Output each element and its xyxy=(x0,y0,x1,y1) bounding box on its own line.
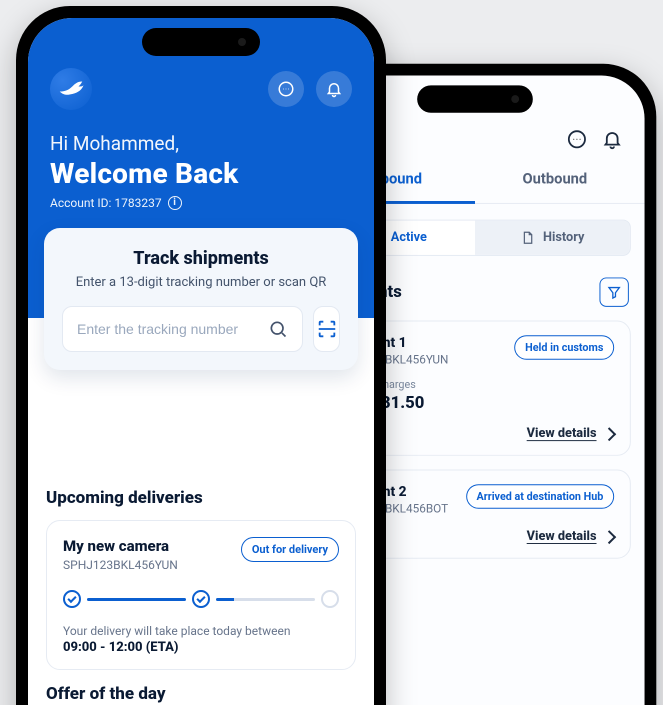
progress-bar-2 xyxy=(216,598,315,601)
bell-icon xyxy=(325,80,343,98)
delivery-progress xyxy=(63,590,339,608)
segment-history-label: History xyxy=(543,230,584,245)
greeting-welcome: Welcome Back xyxy=(50,157,352,190)
track-subtitle: Enter a 13-digit tracking number or scan… xyxy=(62,275,340,290)
tracking-input[interactable] xyxy=(77,321,258,337)
chevron-right-icon xyxy=(602,427,616,441)
tab-outbound[interactable]: Outbound xyxy=(475,156,635,203)
track-card: Track shipments Enter a 13-digit trackin… xyxy=(44,228,358,370)
progress-step-1 xyxy=(63,590,81,608)
chevron-right-icon xyxy=(602,530,616,544)
status-badge: Out for delivery xyxy=(241,537,339,562)
search-icon xyxy=(268,319,288,339)
bird-icon xyxy=(56,74,86,104)
offer-heading: Offer of the day xyxy=(46,684,356,704)
tracking-search[interactable] xyxy=(62,306,303,352)
brand-logo xyxy=(50,68,92,110)
upcoming-heading: Upcoming deliveries xyxy=(46,488,356,508)
qr-scan-icon xyxy=(316,318,338,340)
segment-active-label: Active xyxy=(391,230,427,245)
view-details-label: View details xyxy=(527,426,597,441)
info-icon[interactable]: i xyxy=(168,196,182,210)
view-details-link[interactable]: View details xyxy=(527,529,614,544)
eta-label: Your delivery will take place today betw… xyxy=(63,624,339,638)
bell-icon[interactable] xyxy=(601,128,623,150)
phone-front: Hi Mohammed, Welcome Back Account ID: 17… xyxy=(16,6,386,705)
filter-icon xyxy=(606,284,622,300)
scan-qr-button[interactable] xyxy=(313,306,340,352)
view-details-label: View details xyxy=(527,529,597,544)
progress-step-3 xyxy=(321,590,339,608)
chat-button[interactable] xyxy=(268,71,304,107)
status-badge: Held in customs xyxy=(514,335,614,360)
delivery-card: My new camera SPHJ123BKL456YUN Out for d… xyxy=(46,520,356,670)
filter-button[interactable] xyxy=(599,277,628,306)
track-title: Track shipments xyxy=(62,248,340,269)
progress-bar-1 xyxy=(87,598,186,601)
document-icon xyxy=(520,230,535,245)
delivery-title: My new camera xyxy=(63,537,178,555)
eta-time: 09:00 - 12:00 (ETA) xyxy=(63,640,339,655)
view-details-link[interactable]: View details xyxy=(527,426,614,441)
notch xyxy=(142,28,260,56)
notifications-button[interactable] xyxy=(316,71,352,107)
segment-history[interactable]: History xyxy=(475,221,630,255)
account-id: Account ID: 1783237 i xyxy=(50,196,352,210)
notch xyxy=(417,85,533,112)
progress-step-2 xyxy=(192,590,210,608)
chat-icon xyxy=(277,80,295,98)
chat-icon[interactable] xyxy=(566,128,588,150)
delivery-tracking: SPHJ123BKL456YUN xyxy=(63,558,178,572)
status-badge: Arrived at destination Hub xyxy=(466,484,614,509)
account-id-label: Account ID: 1783237 xyxy=(50,196,162,210)
greeting-hi: Hi Mohammed, xyxy=(50,132,352,155)
